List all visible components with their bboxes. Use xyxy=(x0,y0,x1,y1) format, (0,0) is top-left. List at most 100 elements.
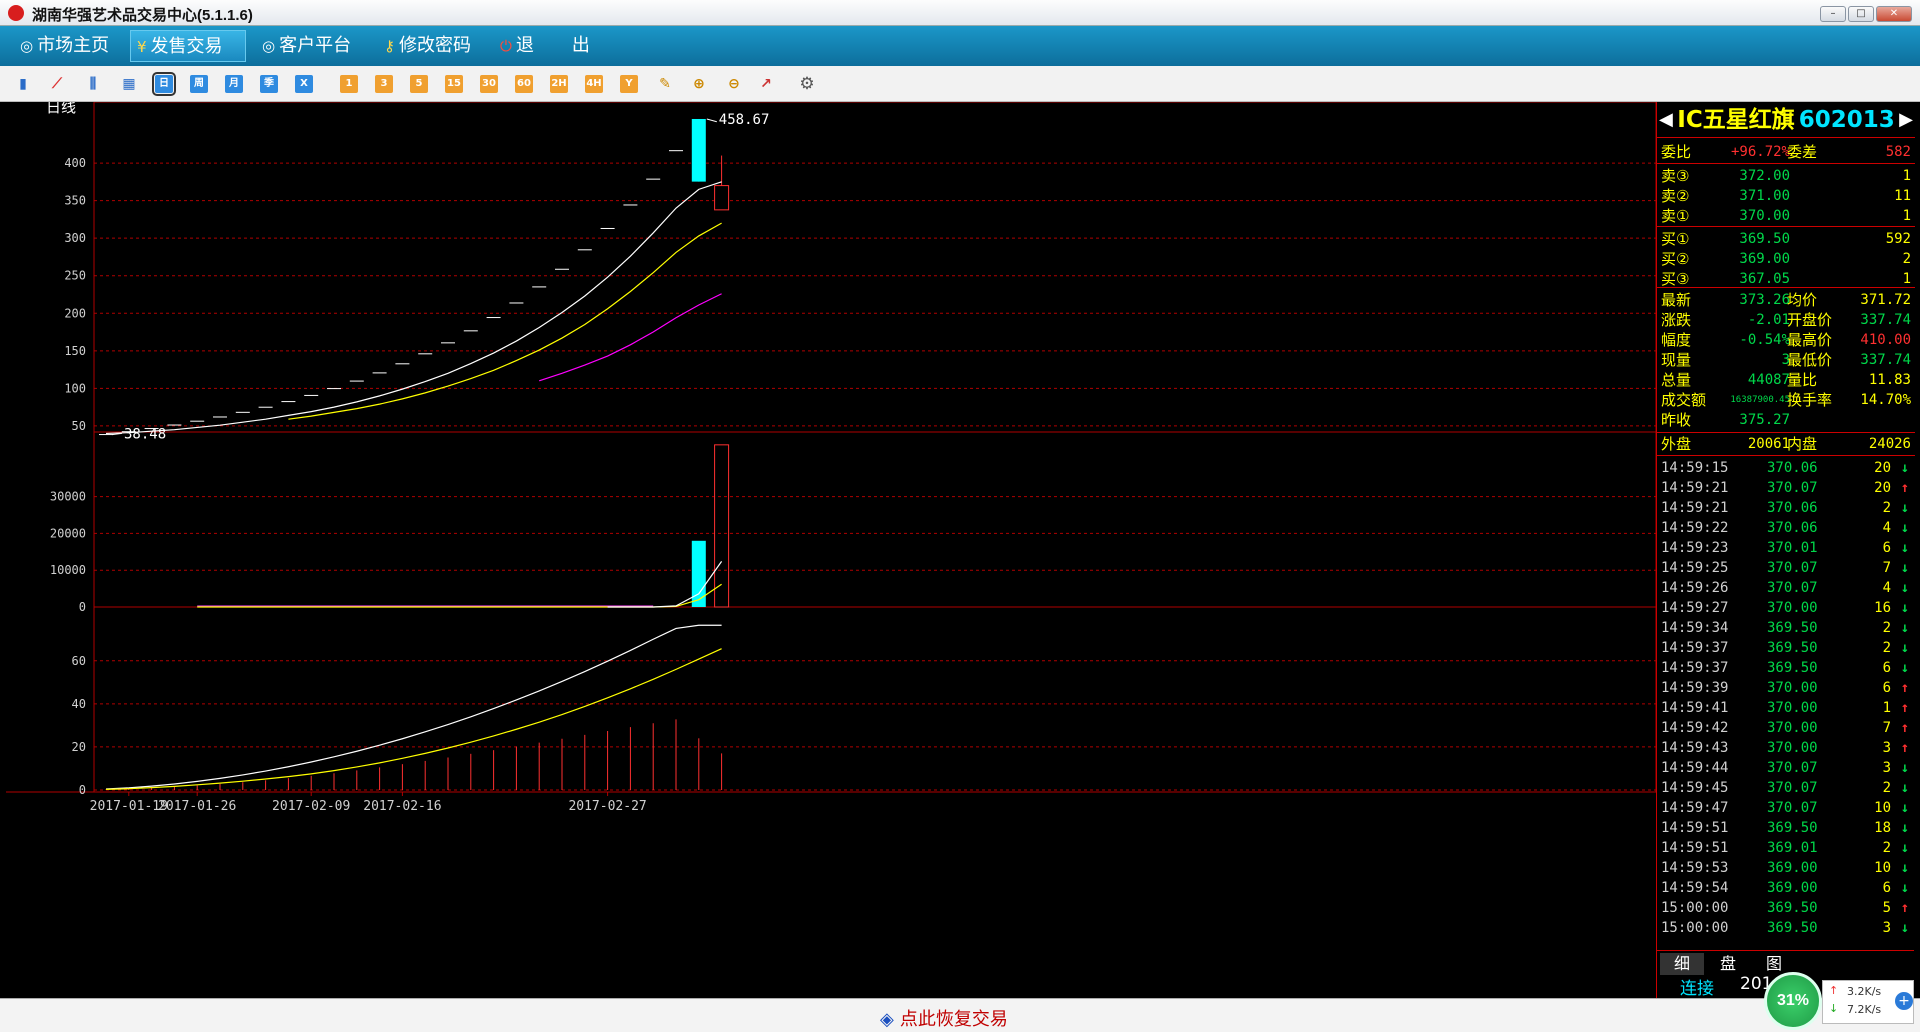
maximize-button[interactable]: □ xyxy=(1848,6,1874,22)
buy-level-row: 买② 369.00 2 xyxy=(1657,249,1915,269)
tick-price: 370.07 xyxy=(1767,560,1818,576)
next-stock-icon[interactable]: ▶ xyxy=(1899,102,1913,138)
arrow-down-icon: ↓ xyxy=(1900,500,1909,516)
menu-change-password[interactable]: ⚷ 修改密码 xyxy=(378,30,490,62)
tick-row: 15:00:00 369.50 3 ↓ xyxy=(1657,918,1915,938)
close-button[interactable]: ✕ xyxy=(1876,6,1912,22)
stat-label: 幅度 xyxy=(1661,331,1692,349)
buy-volume: 1 xyxy=(1902,271,1911,287)
sell-level-label: 卖③ xyxy=(1661,167,1690,185)
tick-time: 14:59:26 xyxy=(1661,580,1729,596)
high-pointer xyxy=(706,118,717,123)
min-3-button[interactable]: 3 xyxy=(375,75,393,93)
min-5-button[interactable]: 5 xyxy=(410,75,428,93)
tick-volume: 4 xyxy=(1882,580,1891,596)
stat-row: 现量 3 最低价 337.74 xyxy=(1657,350,1915,370)
stat-value: 44087 xyxy=(1747,372,1790,388)
arrow-up-icon: ↑ xyxy=(1900,700,1909,716)
min-30-button[interactable]: 30 xyxy=(480,75,498,93)
arrow-up-icon: ↑ xyxy=(1900,740,1909,756)
period-week-button[interactable]: 周 xyxy=(190,75,208,93)
low-annotation: 38.48 xyxy=(124,427,166,443)
minimize-button[interactable]: – xyxy=(1820,6,1846,22)
stock-name: IC五星红旗 xyxy=(1677,107,1795,133)
buy-volume: 592 xyxy=(1885,231,1911,247)
menu-sale-trading[interactable]: ¥ 发售交易 xyxy=(130,30,246,62)
divider xyxy=(1657,287,1915,288)
min-1-button[interactable]: 1 xyxy=(340,75,358,93)
y-tick-label: 150 xyxy=(64,344,86,358)
tick-price: 370.07 xyxy=(1767,760,1818,776)
tick-row: 14:59:21 370.07 20 ↑ xyxy=(1657,478,1915,498)
restore-icon: ◈ xyxy=(880,1009,894,1030)
x-tick-label: 2017-02-27 xyxy=(568,799,646,814)
gear-icon[interactable]: ⚙ xyxy=(798,75,816,93)
hour-4-button[interactable]: 4H xyxy=(585,75,603,93)
stat-label: 昨收 xyxy=(1661,411,1692,429)
period-month-button[interactable]: 月 xyxy=(225,75,243,93)
menu-logout[interactable]: ⏻ 退出 xyxy=(494,30,606,62)
draw-tool-icon[interactable]: ✎ xyxy=(656,75,674,93)
calendar-icon[interactable]: ▦ xyxy=(120,75,138,93)
tick-volume: 7 xyxy=(1882,560,1891,576)
volume-ma-line xyxy=(197,583,722,608)
tab-depth[interactable]: 盘 xyxy=(1706,953,1750,975)
arrow-up-icon: ↑ xyxy=(1900,720,1909,736)
tick-row: 14:59:43 370.00 3 ↑ xyxy=(1657,738,1915,758)
candle-body xyxy=(714,185,730,211)
tick-volume: 10 xyxy=(1874,800,1891,816)
bar-chart-icon[interactable]: ▮ xyxy=(14,75,32,93)
year-button[interactable]: Y xyxy=(620,75,638,93)
menu-market-home[interactable]: ◎ 市场主页 xyxy=(14,30,126,62)
network-speed-badge[interactable]: 31% xyxy=(1764,972,1822,1030)
stock-code: 602013 xyxy=(1798,107,1895,133)
swirl-icon: ◎ xyxy=(20,37,34,55)
period-day-button[interactable]: 日 xyxy=(152,72,176,96)
tick-price: 369.50 xyxy=(1767,620,1818,636)
sell-price: 371.00 xyxy=(1739,188,1790,204)
hour-2-button[interactable]: 2H xyxy=(550,75,568,93)
power-icon: ⏻ xyxy=(500,37,512,55)
tab-detail[interactable]: 细 xyxy=(1660,953,1704,975)
min-15-button[interactable]: 15 xyxy=(445,75,463,93)
plus-icon[interactable]: + xyxy=(1895,992,1913,1010)
tick-volume: 1 xyxy=(1882,700,1891,716)
line-chart-icon[interactable]: ⟋ xyxy=(48,75,66,93)
tick-volume: 3 xyxy=(1882,740,1891,756)
period-season-button[interactable]: 季 xyxy=(260,75,278,93)
zoom-in-icon[interactable]: ⊕ xyxy=(690,75,708,93)
tick-time: 14:59:23 xyxy=(1661,540,1729,556)
prev-stock-icon[interactable]: ◀ xyxy=(1659,102,1673,138)
arrow-down-icon: ↓ xyxy=(1900,540,1909,556)
tick-time: 14:59:37 xyxy=(1661,640,1729,656)
tick-time: 14:59:41 xyxy=(1661,700,1729,716)
tick-row: 14:59:44 370.07 3 ↓ xyxy=(1657,758,1915,778)
indicator-line-white xyxy=(105,624,722,790)
restore-trading-link[interactable]: ◈ 点此恢复交易 xyxy=(880,1005,1008,1031)
tick-time: 14:59:22 xyxy=(1661,520,1729,536)
indicator-icon[interactable]: ↗ xyxy=(757,75,775,93)
zoom-out-icon[interactable]: ⊖ xyxy=(725,75,743,93)
tick-row: 14:59:51 369.01 2 ↓ xyxy=(1657,838,1915,858)
tick-volume: 2 xyxy=(1882,620,1891,636)
tick-time: 14:59:25 xyxy=(1661,560,1729,576)
candle-chart-icon[interactable]: ⫼ xyxy=(84,75,102,93)
arrow-up-icon: ↑ xyxy=(1900,680,1909,696)
tick-price: 369.50 xyxy=(1767,640,1818,656)
tick-row: 14:59:25 370.07 7 ↓ xyxy=(1657,558,1915,578)
arrow-down-icon: ↓ xyxy=(1900,840,1909,856)
tick-price: 369.50 xyxy=(1767,900,1818,916)
tick-price: 370.06 xyxy=(1767,460,1818,476)
tick-price: 370.07 xyxy=(1767,800,1818,816)
tick-volume: 6 xyxy=(1882,660,1891,676)
tick-volume: 18 xyxy=(1874,820,1891,836)
min-60-button[interactable]: 60 xyxy=(515,75,533,93)
stat-label: 最低价 xyxy=(1787,351,1833,369)
buy-level-label: 买③ xyxy=(1661,270,1690,288)
arrow-down-icon: ↓ xyxy=(1900,880,1909,896)
period-x-button[interactable]: X xyxy=(295,75,313,93)
y-tick-label: 20000 xyxy=(50,526,86,540)
menu-client-platform[interactable]: ◎ 客户平台 xyxy=(256,30,368,62)
yen-icon: ¥ xyxy=(137,38,147,56)
y-tick-label: 30000 xyxy=(50,490,86,504)
